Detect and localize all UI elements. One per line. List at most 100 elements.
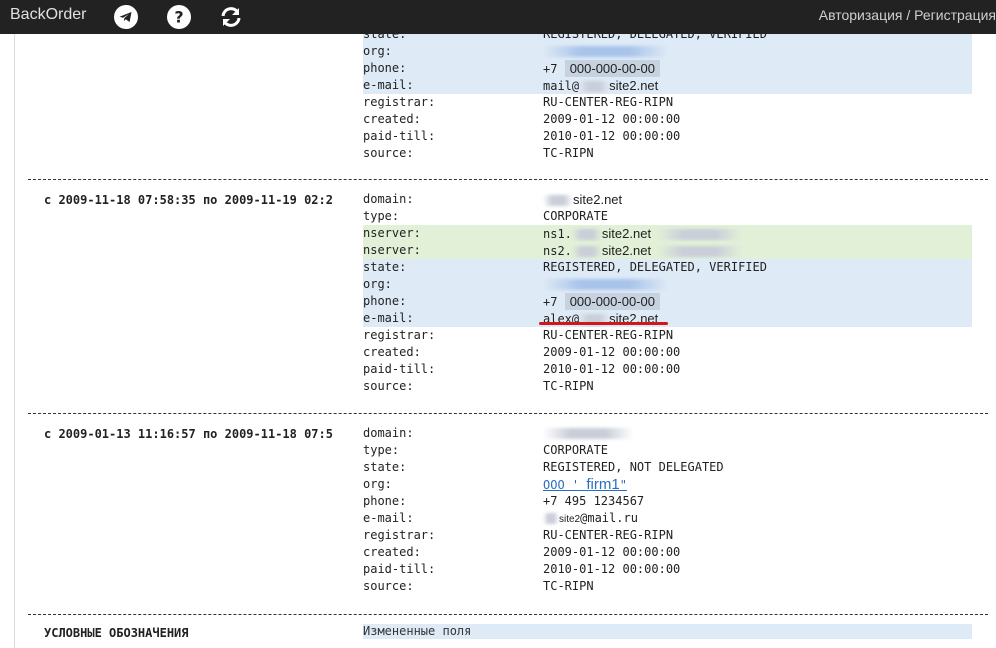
whois-row: paid-till: 2010-01-12 00:00:00 [363, 361, 972, 378]
brand-logo[interactable]: BackOrder [10, 6, 86, 24]
field-value: site2.net [543, 191, 622, 209]
whois-rows: domain: type: CORPORATE state: REGISTERED, N… [363, 425, 972, 595]
field-value [543, 425, 633, 442]
whois-row: type: CORPORATE [363, 442, 972, 459]
masked-value: 000-000-00-00 [564, 60, 660, 77]
value-text: RU-CENTER-REG-RIPN [543, 328, 674, 342]
masked-value: firm1 [586, 476, 620, 493]
field-label: paid-till: [363, 129, 436, 143]
whois-row: state: REGISTERED, NOT DELEGATED [363, 459, 972, 476]
whois-rows: domain: site2.net type: CORPORATE nserver: ns… [363, 191, 972, 395]
redacted-blur [543, 46, 668, 57]
field-label: org: [363, 477, 392, 491]
field-label: phone: [363, 494, 407, 508]
field-label: nserver: [363, 243, 421, 257]
value-suffix: @mail.ru [580, 511, 638, 525]
masked-value: 000-000-00-00 [564, 293, 660, 310]
value-text: +7 [543, 295, 558, 309]
field-value: +7 000-000-00-00 [543, 60, 660, 78]
top-navbar: BackOrder ? Авторизация / Регистрация [0, 0, 996, 34]
whois-row: org: [363, 43, 972, 60]
whois-row: source: TC-RIPN [363, 378, 972, 395]
field-value: REGISTERED, DELEGATED, VERIFIED [543, 34, 767, 43]
whois-row: phone: +7 000-000-00-00 [363, 60, 972, 77]
whois-row: source: TC-RIPN [363, 578, 972, 595]
legend-changed-fields: Измененные поля [363, 624, 972, 639]
block-separator [28, 179, 988, 180]
field-value: TC-RIPN [543, 578, 594, 595]
field-label: type: [363, 209, 400, 223]
whois-row: phone: +7 000-000-00-00 [363, 293, 972, 310]
masked-value: site2.net [601, 243, 652, 258]
field-value: +7 000-000-00-00 [543, 293, 660, 311]
whois-row: registrar: RU-CENTER-REG-RIPN [363, 94, 972, 111]
legend-title: УСЛОВНЫЕ ОБОЗНАЧЕНИЯ [44, 626, 189, 640]
value-text: ns2. [543, 244, 572, 258]
field-label: domain: [363, 426, 414, 440]
whois-row: nserver: ns1. site2.net [363, 225, 972, 242]
period-label: с 2009-11-18 07:58:35 по 2009-11-19 02:2 [44, 193, 333, 207]
field-value: CORPORATE [543, 442, 608, 459]
value-text: ООО ' [543, 478, 580, 492]
field-value: RU-CENTER-REG-RIPN [543, 527, 673, 544]
value-text: CORPORATE [543, 443, 609, 457]
field-label: domain: [363, 192, 414, 206]
field-value: REGISTERED, NOT DELEGATED [543, 459, 724, 476]
field-label: registrar: [363, 328, 436, 342]
field-label: created: [363, 112, 421, 126]
masked-value: site2 [559, 514, 581, 525]
whois-row: created: 2009-01-12 00:00:00 [363, 544, 972, 561]
email-underline [539, 322, 668, 325]
whois-row: e-mail: site2@mail.ru [363, 510, 972, 527]
value-text: 2009-01-12 00:00:00 [543, 545, 681, 559]
value-text: RU-CENTER-REG-RIPN [543, 95, 674, 109]
value-text: 2010-01-12 00:00:00 [543, 362, 681, 376]
value-text: TC-RIPN [543, 379, 594, 393]
whois-row: state: REGISTERED, DELEGATED, VERIFIED [363, 259, 972, 276]
field-label: phone: [363, 61, 407, 75]
telegram-icon[interactable] [114, 5, 138, 29]
whois-row: created: 2009-01-12 00:00:00 [363, 111, 972, 128]
value-text: +7 [543, 62, 558, 76]
field-label: org: [363, 44, 392, 58]
whois-row: org: ООО ' firm1" [363, 476, 972, 493]
value-text: 2010-01-12 00:00:00 [543, 562, 681, 576]
refresh-icon[interactable] [219, 5, 243, 29]
value-text: TC-RIPN [543, 146, 594, 160]
whois-row: e-mail: mail@ site2.net [363, 77, 972, 94]
field-value: 2010-01-12 00:00:00 [543, 361, 680, 378]
field-value: CORPORATE [543, 208, 608, 225]
period-label: с 2009-01-13 11:16:57 по 2009-11-18 07:5 [44, 427, 333, 441]
help-icon[interactable]: ? [167, 5, 191, 29]
whois-row: registrar: RU-CENTER-REG-RIPN [363, 527, 972, 544]
field-label: state: [363, 34, 407, 41]
whois-row: domain: [363, 425, 972, 442]
field-label: org: [363, 277, 392, 291]
value-text: +7 495 1234567 [543, 494, 645, 508]
value-suffix: " [619, 478, 627, 492]
value-text: REGISTERED, NOT DELEGATED [543, 460, 724, 474]
field-value[interactable]: ООО ' firm1" [543, 476, 627, 494]
value-text: CORPORATE [543, 209, 609, 223]
field-label: created: [363, 345, 421, 359]
auth-link[interactable]: Авторизация / Регистрация [819, 7, 996, 23]
value-text: RU-CENTER-REG-RIPN [543, 528, 674, 542]
masked-value: site2.net [601, 226, 652, 241]
field-value: REGISTERED, DELEGATED, VERIFIED [543, 259, 767, 276]
field-value: TC-RIPN [543, 145, 594, 162]
field-label: paid-till: [363, 362, 436, 376]
redacted-blur [543, 279, 668, 290]
field-label: state: [363, 260, 407, 274]
redacted-blur [543, 513, 559, 524]
value-text: REGISTERED, DELEGATED, VERIFIED [543, 34, 767, 41]
field-value: 2009-01-12 00:00:00 [543, 111, 680, 128]
whois-row: registrar: RU-CENTER-REG-RIPN [363, 327, 972, 344]
field-value [543, 276, 668, 293]
field-value: RU-CENTER-REG-RIPN [543, 327, 673, 344]
field-value: site2@mail.ru [543, 510, 638, 528]
field-label: e-mail: [363, 311, 414, 325]
field-label: e-mail: [363, 78, 414, 92]
whois-row: type: CORPORATE [363, 208, 972, 225]
field-value: 2010-01-12 00:00:00 [543, 561, 680, 578]
field-label: state: [363, 460, 407, 474]
